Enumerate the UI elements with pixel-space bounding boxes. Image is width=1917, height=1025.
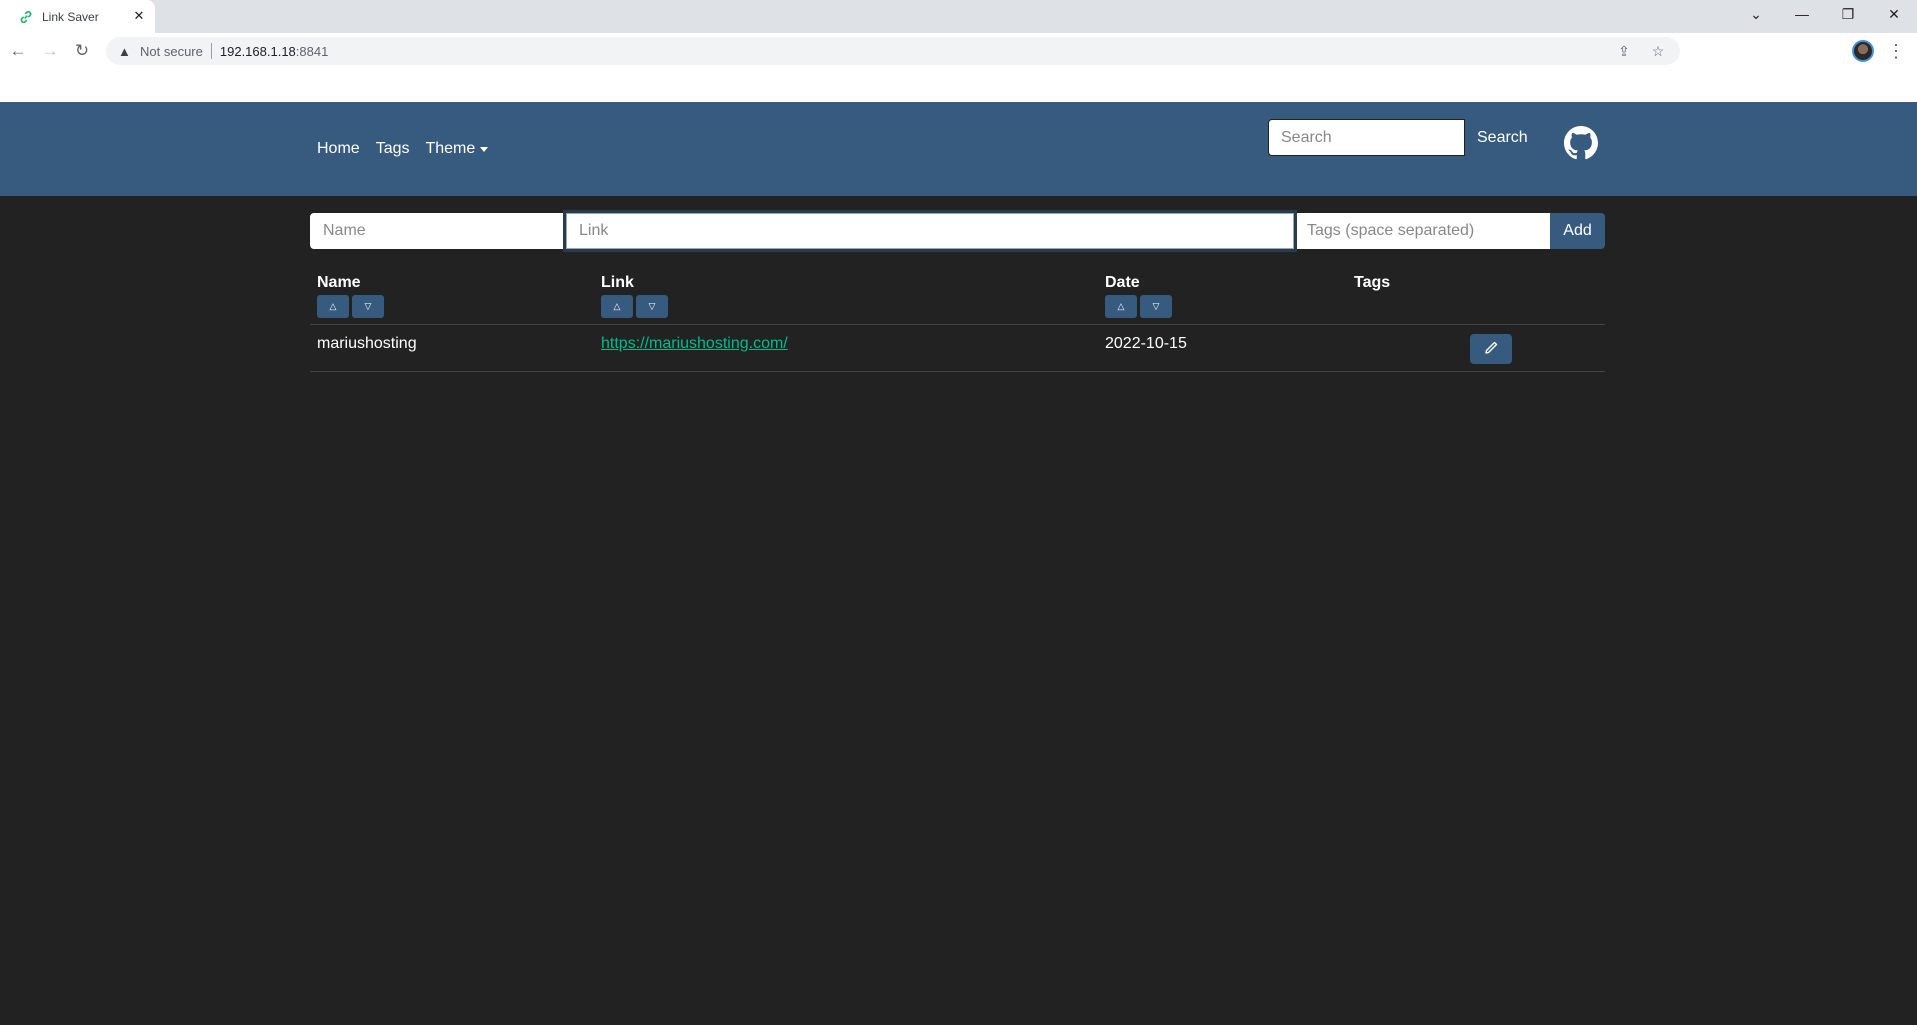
nav-links: Home Tags Theme bbox=[317, 140, 504, 158]
share-icon[interactable]: ⇪ bbox=[1614, 41, 1634, 61]
nav-home[interactable]: Home bbox=[317, 140, 368, 158]
omnibox-separator bbox=[210, 43, 212, 59]
pencil-icon bbox=[1483, 340, 1499, 359]
sort-date-desc-button[interactable]: ▽ bbox=[1140, 295, 1172, 318]
close-window-icon[interactable]: ✕ bbox=[1871, 0, 1917, 28]
forward-icon[interactable]: → bbox=[38, 39, 62, 63]
close-tab-icon[interactable]: ✕ bbox=[131, 8, 147, 24]
tab-title: Link Saver bbox=[42, 9, 99, 24]
address-bar: ← → ↻ ▲ Not secure 192.168.1.18:8841 ⇪ ☆… bbox=[0, 33, 1917, 69]
restore-icon[interactable]: ❐ bbox=[1825, 0, 1871, 28]
github-icon[interactable] bbox=[1564, 126, 1598, 160]
row-link-cell: https://mariushosting.com/ bbox=[601, 335, 788, 353]
sort-link-asc-button[interactable]: △ bbox=[601, 295, 633, 318]
nav-theme-label: Theme bbox=[425, 140, 476, 157]
navbar: Home Tags Theme Search bbox=[0, 102, 1917, 196]
column-date: Date △ ▽ bbox=[1105, 274, 1172, 318]
minimize-icon[interactable]: — bbox=[1779, 0, 1825, 28]
browser-tab-bar: Link Saver ✕ ⌄ — ❐ ✕ bbox=[0, 0, 1917, 33]
name-input[interactable] bbox=[310, 213, 566, 249]
column-name-label: Name bbox=[317, 274, 361, 291]
sort-link-desc-button[interactable]: ▽ bbox=[636, 295, 668, 318]
row-date: 2022-10-15 bbox=[1105, 335, 1187, 352]
sort-name-desc-button[interactable]: ▽ bbox=[352, 295, 384, 318]
column-link: Link △ ▽ bbox=[601, 274, 668, 318]
table-row: mariushosting https://mariushosting.com/… bbox=[310, 325, 1605, 372]
omnibox[interactable]: ▲ Not secure 192.168.1.18:8841 ⇪ ☆ bbox=[106, 37, 1680, 65]
column-tags: Tags bbox=[1354, 274, 1390, 294]
link-sort-buttons: △ ▽ bbox=[601, 295, 668, 318]
column-name: Name △ ▽ bbox=[317, 274, 384, 318]
search-input[interactable] bbox=[1268, 119, 1465, 156]
nav-tags[interactable]: Tags bbox=[376, 140, 418, 158]
browser-menu-icon[interactable]: ⋮ bbox=[1886, 39, 1906, 63]
omnibox-actions: ⇪ ☆ bbox=[1614, 41, 1668, 61]
warning-icon: ▲ bbox=[118, 43, 131, 59]
row-name: mariushosting bbox=[317, 335, 417, 352]
name-sort-buttons: △ ▽ bbox=[317, 295, 384, 318]
reload-icon[interactable]: ↻ bbox=[70, 39, 94, 63]
page-top-spacer bbox=[0, 69, 1917, 102]
sort-name-asc-button[interactable]: △ bbox=[317, 295, 349, 318]
link-icon bbox=[18, 9, 34, 25]
tags-input[interactable] bbox=[1294, 213, 1550, 249]
nav-theme-dropdown[interactable]: Theme bbox=[425, 140, 496, 158]
column-link-label: Link bbox=[601, 274, 634, 291]
column-tags-label: Tags bbox=[1354, 274, 1391, 291]
links-table: Name △ ▽ Link △ ▽ Date △ ▽ Tags mariusho… bbox=[310, 272, 1605, 372]
profile-avatar[interactable] bbox=[1852, 40, 1874, 62]
add-button[interactable]: Add bbox=[1550, 213, 1605, 249]
window-controls: ⌄ — ❐ ✕ bbox=[1733, 0, 1917, 28]
link-input[interactable] bbox=[566, 213, 1294, 249]
row-link[interactable]: https://mariushosting.com/ bbox=[601, 335, 788, 352]
url-host: 192.168.1.18 bbox=[219, 43, 296, 59]
back-icon[interactable]: ← bbox=[6, 39, 30, 63]
security-label[interactable]: Not secure bbox=[140, 44, 203, 59]
table-header: Name △ ▽ Link △ ▽ Date △ ▽ Tags bbox=[310, 272, 1605, 325]
bookmark-star-icon[interactable]: ☆ bbox=[1648, 41, 1668, 61]
date-sort-buttons: △ ▽ bbox=[1105, 295, 1172, 318]
url-text[interactable]: 192.168.1.18:8841 bbox=[220, 44, 328, 59]
tab-search-icon[interactable]: ⌄ bbox=[1733, 0, 1779, 28]
browser-tab[interactable]: Link Saver ✕ bbox=[0, 0, 155, 33]
edit-button[interactable] bbox=[1470, 334, 1512, 364]
add-link-form: Add bbox=[310, 213, 1605, 249]
url-port: :8841 bbox=[295, 43, 329, 59]
column-date-label: Date bbox=[1105, 274, 1140, 291]
caret-down-icon bbox=[480, 146, 489, 152]
sort-date-asc-button[interactable]: △ bbox=[1105, 295, 1137, 318]
search-button[interactable]: Search bbox=[1465, 119, 1540, 156]
